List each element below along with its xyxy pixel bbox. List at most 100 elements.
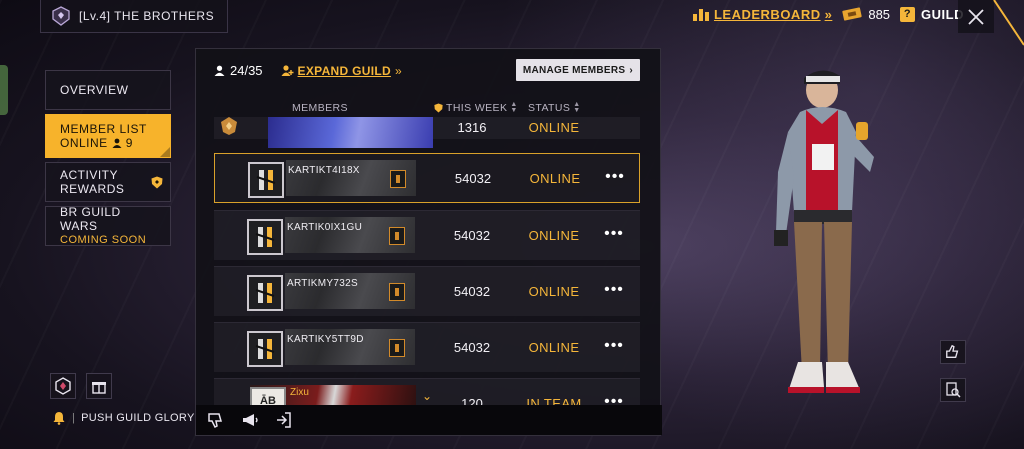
col-members: MEMBERS <box>292 102 348 114</box>
row-score: 54032 <box>454 171 492 186</box>
nav-member-list[interactable]: MEMBER LIST ONLINE 9 <box>45 114 171 158</box>
row-status: ONLINE <box>528 284 580 299</box>
table-row[interactable]: 1316 ONLINE <box>214 117 640 148</box>
member-icon <box>112 138 122 148</box>
col-week-label: THIS WEEK <box>446 102 508 114</box>
guild-help[interactable]: ? GUILD <box>900 6 964 22</box>
guild-emblem-icon <box>51 5 71 27</box>
more-icon[interactable]: ••• <box>602 281 626 299</box>
row-score: 54032 <box>453 284 491 299</box>
double-chevron-icon: » <box>824 6 833 22</box>
table-row[interactable]: ARTIKMY732S 54032 ONLINE ••• <box>214 266 640 316</box>
expand-guild-label: EXPAND GUILD <box>297 63 391 78</box>
col-status[interactable]: STATUS ▲ ▼ <box>528 101 581 114</box>
thumbs-up-icon <box>946 344 959 358</box>
currency-display: 885 <box>842 7 890 22</box>
avatar: ĀB <box>250 387 286 405</box>
rank-icon <box>389 227 405 245</box>
more-icon[interactable]: ••• <box>602 225 626 243</box>
member-count-value: 24/35 <box>230 63 263 78</box>
leaderboard-icon <box>692 9 709 21</box>
close-icon <box>968 8 984 25</box>
expand-guild-icon <box>281 65 294 76</box>
col-status-label: STATUS <box>528 102 571 114</box>
leaderboard-link[interactable]: LEADERBOARD » <box>692 6 832 22</box>
table-row[interactable]: KARTIK0IX1GU 54032 ONLINE ••• <box>214 210 640 260</box>
search-doc-icon <box>946 382 961 398</box>
nav-overview[interactable]: OVERVIEW <box>45 70 171 110</box>
row-score: 54032 <box>453 340 491 355</box>
online-count-row: ONLINE 9 <box>60 136 160 150</box>
guild-badge-button[interactable] <box>50 373 76 399</box>
more-icon[interactable]: ••• <box>603 168 627 186</box>
megaphone-icon[interactable] <box>240 410 260 430</box>
table-row[interactable]: KARTIKT4I18X 54032 ONLINE ••• <box>214 153 640 203</box>
more-icon[interactable]: ••• <box>602 337 626 355</box>
bell-icon <box>53 412 65 425</box>
shield-icon <box>151 176 163 189</box>
edge-tab[interactable] <box>0 65 8 115</box>
double-chevron-icon: » <box>394 63 402 78</box>
like-button[interactable] <box>940 340 966 364</box>
namecard <box>268 117 433 148</box>
nav-activity-rewards[interactable]: ACTIVITY REWARDS <box>45 162 171 202</box>
sort-icon: ▲ ▼ <box>573 101 581 114</box>
push-guild-glory[interactable]: | PUSH GUILD GLORY <box>52 411 195 425</box>
chevron-down-icon: ⌄ <box>422 389 433 403</box>
avatar <box>248 162 284 198</box>
manage-members-label: MANAGE MEMBERS <box>522 64 626 76</box>
panel-top: 24/35 EXPAND GUILD » <box>214 63 402 78</box>
chevron-right-icon: › <box>629 64 633 76</box>
row-status: ONLINE <box>529 171 581 186</box>
nav-member-list-label: MEMBER LIST <box>60 122 147 136</box>
row-score: 1316 <box>457 120 487 135</box>
row-status: ONLINE <box>528 120 580 135</box>
gift-icon <box>92 382 106 394</box>
avatar <box>247 219 283 255</box>
guild-badge-icon <box>55 377 71 395</box>
table-row[interactable]: ĀB Zixu ⌄ 120 IN TEAM ••• <box>214 378 640 405</box>
member-panel: 24/35 EXPAND GUILD » MANAGE MEMBERS › ME… <box>195 48 662 436</box>
member-count: 24/35 <box>214 63 263 78</box>
nav-overview-label: OVERVIEW <box>60 83 129 97</box>
currency-amount: 885 <box>868 6 891 22</box>
manage-members-button[interactable]: MANAGE MEMBERS › <box>515 59 640 81</box>
nav-br-guild-wars[interactable]: BR GUILD WARS COMING SOON <box>45 205 171 246</box>
col-this-week[interactable]: THIS WEEK ▲ ▼ <box>434 101 518 114</box>
rank-icon <box>389 283 405 301</box>
row-score: 120 <box>461 396 483 405</box>
inspect-button[interactable] <box>940 378 966 402</box>
topbar-right: LEADERBOARD » 885 ? GUILD <box>692 6 964 22</box>
col-members-label: MEMBERS <box>292 102 348 114</box>
player-name: KARTIKT4I18X <box>288 165 360 176</box>
player-character <box>774 70 874 393</box>
nav-activity-line1: ACTIVITY <box>60 168 119 182</box>
panel-footer <box>196 405 662 435</box>
player-name: ARTIKMY732S <box>287 278 358 289</box>
guild-header: [Lv.4] THE BROTHERS <box>40 0 228 33</box>
avatar <box>247 331 283 367</box>
sort-icon: ▲ ▼ <box>510 101 518 114</box>
corner-accent <box>993 0 1024 46</box>
rank-icon <box>389 339 405 357</box>
coming-soon-label: COMING SOON <box>60 234 147 246</box>
expand-guild-link[interactable]: EXPAND GUILD » <box>281 64 402 78</box>
player-name: KARTIKY5TT9D <box>287 334 364 345</box>
row-score: 54032 <box>453 228 491 243</box>
side-nav: OVERVIEW MEMBER LIST ONLINE 9 ACTIVITY R… <box>45 70 171 246</box>
exit-icon[interactable] <box>274 410 294 430</box>
thumbs-down-icon[interactable] <box>206 410 226 430</box>
right-icons <box>940 340 966 402</box>
online-count: 9 <box>125 136 133 150</box>
member-list: 1316 ONLINE KARTIKT4I18X 54032 ONLINE ••… <box>196 117 662 405</box>
rank-medal-icon <box>221 117 237 135</box>
row-status: ONLINE <box>528 340 580 355</box>
question-icon: ? <box>900 6 916 22</box>
table-row[interactable]: KARTIKY5TT9D 54032 ONLINE ••• <box>214 322 640 372</box>
row-status: IN TEAM <box>526 396 582 405</box>
online-label: ONLINE <box>60 136 108 150</box>
gift-button[interactable] <box>86 373 112 399</box>
nav-activity-line2: REWARDS <box>60 182 125 196</box>
more-icon[interactable]: ••• <box>602 393 626 405</box>
nav-br-wars-label: BR GUILD WARS <box>60 205 121 233</box>
